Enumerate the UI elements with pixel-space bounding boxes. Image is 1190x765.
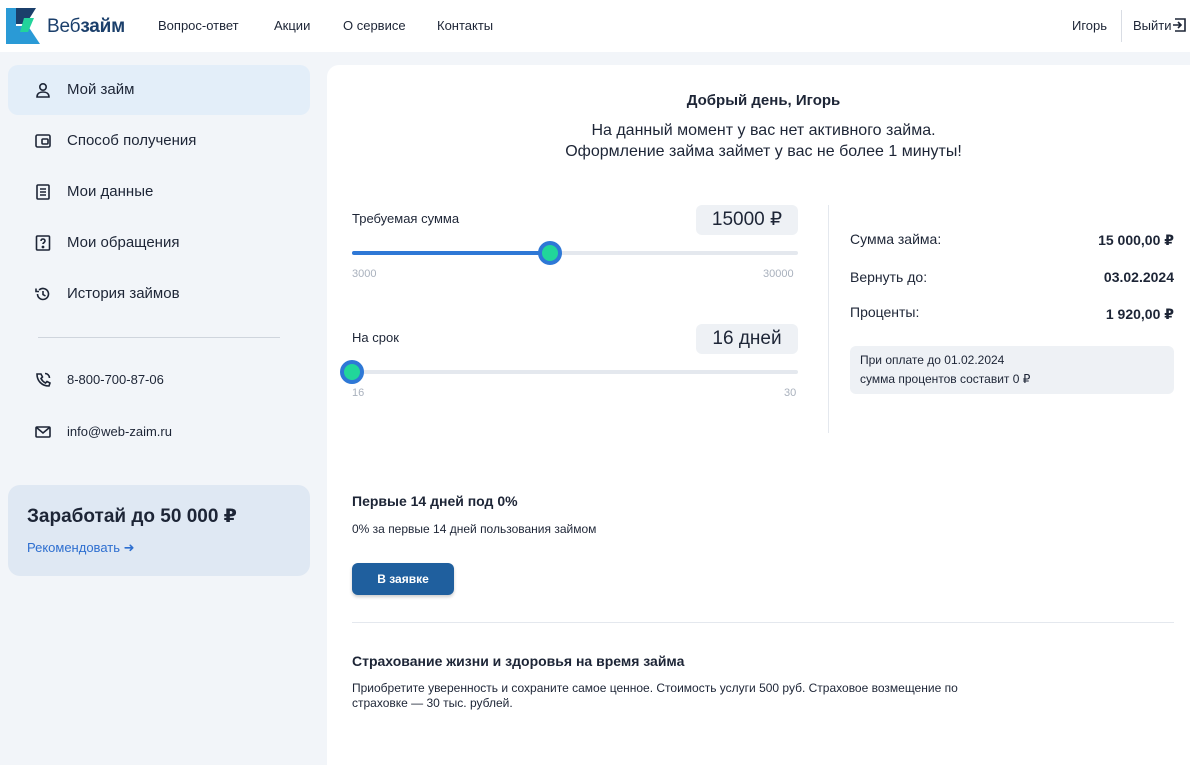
referral-promo-card: Заработай до 50 000 ₽ Рекомендовать ➜ bbox=[8, 485, 310, 576]
logout-icon[interactable] bbox=[1172, 17, 1188, 33]
nav-about[interactable]: О сервисе bbox=[343, 18, 406, 33]
mail-icon bbox=[35, 426, 51, 438]
user-icon bbox=[36, 82, 50, 98]
term-value-field[interactable]: 16 дней bbox=[696, 324, 798, 354]
loan-calculator-card: Добрый день, Игорь На данный момент у ва… bbox=[327, 65, 1190, 765]
term-label: На срок bbox=[352, 330, 399, 345]
sidebar-email[interactable]: info@web-zaim.ru bbox=[8, 407, 310, 457]
offer-title: Первые 14 дней под 0% bbox=[352, 493, 518, 509]
amount-min-label: 3000 bbox=[352, 268, 377, 280]
return-date-label: Вернуть до: bbox=[850, 269, 928, 285]
sidebar-item-my-data[interactable]: Мои данные bbox=[8, 167, 310, 217]
vertical-divider bbox=[828, 205, 829, 433]
section-divider bbox=[352, 622, 1174, 623]
document-icon bbox=[36, 184, 50, 200]
sum-label: Сумма займа: bbox=[850, 231, 942, 247]
user-name-link[interactable]: Игорь bbox=[1072, 18, 1107, 33]
phone-number: 8-800-700-87-06 bbox=[67, 372, 164, 387]
insurance-title: Страхование жизни и здоровья на время за… bbox=[352, 653, 685, 669]
return-date-value: 03.02.2024 bbox=[1103, 269, 1174, 285]
wallet-icon bbox=[35, 134, 51, 148]
offer-description: 0% за первые 14 дней пользования займом bbox=[352, 522, 597, 536]
sidebar-item-label: Мои данные bbox=[67, 183, 154, 200]
apply-button[interactable]: В заявке bbox=[352, 563, 454, 595]
top-header: Вебзайм Вопрос-ответ Акции О сервисе Кон… bbox=[0, 0, 1190, 52]
nav-contacts[interactable]: Контакты bbox=[437, 18, 493, 33]
term-min-label: 16 bbox=[352, 387, 365, 399]
help-icon bbox=[35, 235, 51, 251]
term-slider-track[interactable] bbox=[340, 360, 798, 384]
interest-value: 1 920,00 ₽ bbox=[1105, 306, 1174, 322]
email-address: info@web-zaim.ru bbox=[67, 424, 172, 439]
phone-icon bbox=[36, 372, 51, 387]
nav-faq[interactable]: Вопрос-ответ bbox=[158, 18, 239, 33]
nav-promotions[interactable]: Акции bbox=[274, 18, 310, 33]
logo-wordmark[interactable]: Вебзайм bbox=[47, 16, 125, 38]
sidebar-item-my-requests[interactable]: Мои обращения bbox=[8, 218, 310, 268]
amount-slider-fill bbox=[352, 251, 551, 255]
sum-value: 15 000,00 ₽ bbox=[1098, 232, 1174, 248]
amount-max-label: 30000 bbox=[763, 268, 794, 280]
sidebar-item-label: История займов bbox=[67, 285, 180, 302]
recommend-link[interactable]: Рекомендовать ➜ bbox=[27, 540, 135, 556]
sidebar-item-label: Способ получения bbox=[67, 132, 197, 149]
sidebar-item-label: Мой займ bbox=[67, 81, 135, 98]
subtitle-line-1: На данный момент у вас нет активного зай… bbox=[591, 122, 936, 139]
sidebar-item-my-loan[interactable]: Мой займ bbox=[8, 65, 310, 115]
amount-label: Требуемая сумма bbox=[352, 211, 460, 226]
sidebar-item-loan-history[interactable]: История займов bbox=[8, 269, 310, 319]
logout-button[interactable]: Выйти bbox=[1133, 18, 1172, 33]
term-slider-handle[interactable] bbox=[340, 360, 364, 384]
amount-value-field[interactable]: 15000 ₽ bbox=[696, 205, 798, 235]
sidebar-item-receive-method[interactable]: Способ получения bbox=[8, 116, 310, 166]
subtitle-line-2: Оформление займа займет у вас не более 1… bbox=[565, 143, 962, 160]
note-line-2: сумма процентов составит 0 ₽ bbox=[860, 372, 1031, 386]
history-icon bbox=[35, 287, 50, 301]
sidebar-divider bbox=[38, 337, 280, 338]
term-max-label: 30 bbox=[784, 387, 797, 399]
sidebar-phone[interactable]: 8-800-700-87-06 bbox=[8, 355, 310, 405]
header-divider bbox=[1121, 10, 1122, 42]
logo-icon[interactable] bbox=[6, 8, 40, 44]
interest-note: При оплате до 01.02.2024 сумма процентов… bbox=[850, 346, 1174, 394]
greeting: Добрый день, Игорь bbox=[686, 92, 841, 109]
insurance-description: Приобретите уверенность и сохраните само… bbox=[352, 681, 958, 710]
interest-label: Проценты: bbox=[850, 304, 920, 320]
note-line-1: При оплате до 01.02.2024 bbox=[860, 353, 1005, 367]
amount-slider-handle[interactable] bbox=[538, 241, 563, 265]
amount-slider-track[interactable] bbox=[352, 241, 798, 265]
promo-title: Заработай до 50 000 ₽ bbox=[27, 506, 237, 527]
sidebar-item-label: Мои обращения bbox=[67, 234, 180, 251]
